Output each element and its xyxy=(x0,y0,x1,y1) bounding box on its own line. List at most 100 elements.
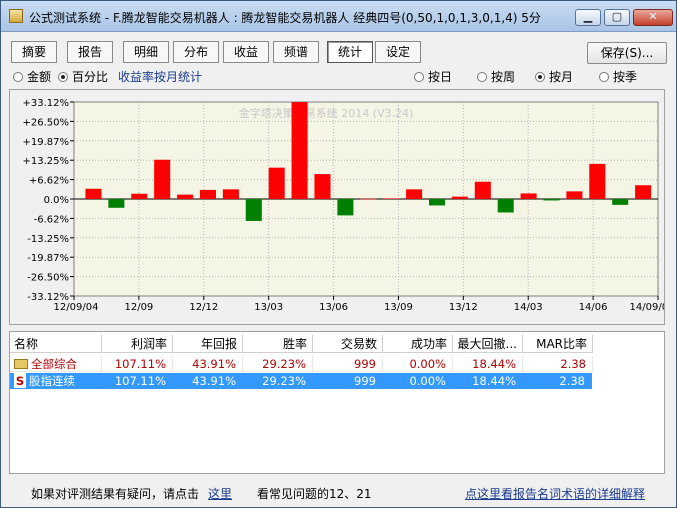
cell-win-rate: 29.23% xyxy=(243,373,313,389)
row-name: 股指连续 xyxy=(29,374,75,388)
radio-day-label: 按日 xyxy=(428,70,453,84)
bar-positive xyxy=(314,174,331,199)
cell-trade-count: 999 xyxy=(313,373,383,389)
x-tick-label: 12/09/04 xyxy=(54,302,99,313)
cell-mar-ratio: 2.38 xyxy=(523,356,593,372)
radio-dot xyxy=(414,72,424,82)
monthly-return-chart: +33.12% +26.50% +19.87% +13.25% +6.62% 0.0% -6… xyxy=(9,89,665,325)
tab-statistics[interactable]: 统计 xyxy=(327,41,373,63)
y-tick-label: +26.50% xyxy=(22,117,69,128)
bar-positive xyxy=(406,189,423,199)
bar-positive xyxy=(635,185,652,199)
radio-week[interactable]: 按周 xyxy=(477,69,515,85)
x-tick-label: 13/12 xyxy=(449,302,478,313)
x-tick-label: 14/06 xyxy=(579,302,608,313)
cell-win-rate: 29.23% xyxy=(243,356,313,372)
radio-week-label: 按周 xyxy=(491,70,516,84)
s-icon: S xyxy=(14,373,26,388)
glossary-link[interactable]: 点这里看报告名词术语的详细解释 xyxy=(465,485,645,502)
folder-icon xyxy=(14,359,28,369)
bar-positive xyxy=(177,194,194,199)
table-header: 名称 利润率 年回报 胜率 交易数 成功率 最大回撤... MAR比率 xyxy=(10,335,664,353)
faq-hint-text: 看常见问题的12、21 xyxy=(257,487,372,501)
radio-percent[interactable]: 百分比 xyxy=(58,69,108,85)
col-win-rate[interactable]: 胜率 xyxy=(243,335,313,353)
bar-negative xyxy=(428,199,446,206)
watermark-text: 金字塔决策交易系统 2014 (V3.24) xyxy=(239,106,414,120)
tab-settings[interactable]: 设定 xyxy=(375,41,421,63)
col-profit-rate[interactable]: 利润率 xyxy=(102,335,173,353)
y-tick-label: 0.0% xyxy=(44,195,69,206)
radio-dot xyxy=(477,72,487,82)
radio-dot xyxy=(13,72,23,82)
tab-summary[interactable]: 摘要 xyxy=(11,41,57,63)
x-tick-label: 14/09/04 xyxy=(630,302,664,313)
x-tick-label: 13/09 xyxy=(384,302,413,313)
here-link[interactable]: 这里 xyxy=(208,485,232,502)
col-trade-count[interactable]: 交易数 xyxy=(313,335,383,353)
radio-day[interactable]: 按日 xyxy=(414,69,452,85)
cell-profit-rate: 107.11% xyxy=(102,373,173,389)
monthly-return-label: 收益率按月统计 xyxy=(118,70,203,84)
bar-positive xyxy=(383,198,400,200)
bar-negative xyxy=(337,199,354,216)
table-row-selected[interactable]: S 股指连续 107.11% 43.91% 29.23% 999 0.00% 18… xyxy=(10,373,592,389)
minimize-button[interactable]: ▁ xyxy=(575,9,601,26)
radio-amount[interactable]: 金额 xyxy=(13,69,51,85)
y-tick-label: -26.50% xyxy=(27,273,69,284)
bar-positive xyxy=(154,159,171,199)
bar-positive xyxy=(360,198,377,200)
row-name: 全部综合 xyxy=(31,357,77,371)
radio-month[interactable]: 按月 xyxy=(535,69,573,85)
x-tick-label: 14/03 xyxy=(514,302,543,313)
radio-month-label: 按月 xyxy=(549,70,574,84)
bar-positive xyxy=(199,189,216,199)
y-tick-label: +33.12% xyxy=(22,98,69,109)
bar-positive xyxy=(222,189,239,199)
bar-negative xyxy=(543,199,560,201)
bar-positive xyxy=(268,167,285,199)
radio-dot-selected xyxy=(535,72,545,82)
tab-report[interactable]: 报告 xyxy=(67,41,113,63)
x-tick-label: 13/06 xyxy=(319,302,348,313)
bar-positive xyxy=(291,102,308,199)
tab-distribution[interactable]: 分布 xyxy=(173,41,219,63)
footer-question-text: 如果对评测结果有疑问，请点击 xyxy=(31,487,200,501)
bar-positive xyxy=(474,181,491,199)
close-button[interactable]: ✕ xyxy=(633,9,673,26)
tab-detail[interactable]: 明细 xyxy=(123,41,169,63)
table-row[interactable]: 全部综合 107.11% 43.91% 29.23% 999 0.00% 18.… xyxy=(10,356,664,372)
cell-annual-return: 43.91% xyxy=(173,373,243,389)
bar-positive xyxy=(131,193,148,199)
cell-success-rate: 0.00% xyxy=(383,373,453,389)
y-tick-label: +19.87% xyxy=(22,137,69,148)
col-success-rate[interactable]: 成功率 xyxy=(383,335,453,353)
save-button[interactable]: 保存(S)... xyxy=(587,42,667,64)
statistics-table: 名称 利润率 年回报 胜率 交易数 成功率 最大回撤... MAR比率 全部综合… xyxy=(9,331,665,474)
bar-negative xyxy=(612,199,629,205)
bar-negative xyxy=(108,199,125,208)
bar-positive xyxy=(85,188,102,199)
cell-annual-return: 43.91% xyxy=(173,356,243,372)
radio-dot xyxy=(599,72,609,82)
y-tick-label: -13.25% xyxy=(27,234,69,245)
window-title: 公式测试系统 - F.腾龙智能交易机器人 : 腾龙智能交易机器人 经典四号(0,… xyxy=(29,11,541,25)
col-mar-ratio[interactable]: MAR比率 xyxy=(523,335,593,353)
col-name[interactable]: 名称 xyxy=(10,335,102,353)
x-tick-label: 12/12 xyxy=(189,302,218,313)
radio-quarter-label: 按季 xyxy=(613,70,638,84)
col-max-drawdown[interactable]: 最大回撤... xyxy=(453,335,523,353)
bar-negative xyxy=(245,199,262,221)
x-tick-label: 13/03 xyxy=(254,302,283,313)
bar-positive xyxy=(566,191,583,199)
col-annual-return[interactable]: 年回报 xyxy=(173,335,243,353)
app-icon xyxy=(9,9,23,23)
tab-returns[interactable]: 收益 xyxy=(223,41,269,63)
footer-bar: 如果对评测结果有疑问，请点击 这里 看常见问题的12、21 点这里看报告名词术语… xyxy=(1,479,676,507)
tab-spectrum[interactable]: 频谱 xyxy=(273,41,319,63)
maximize-button[interactable]: ▢ xyxy=(604,9,630,26)
radio-quarter[interactable]: 按季 xyxy=(599,69,637,85)
radio-dot-selected xyxy=(58,72,68,82)
bar-positive xyxy=(589,163,606,199)
title-bar[interactable]: 公式测试系统 - F.腾龙智能交易机器人 : 腾龙智能交易机器人 经典四号(0,… xyxy=(1,1,676,32)
